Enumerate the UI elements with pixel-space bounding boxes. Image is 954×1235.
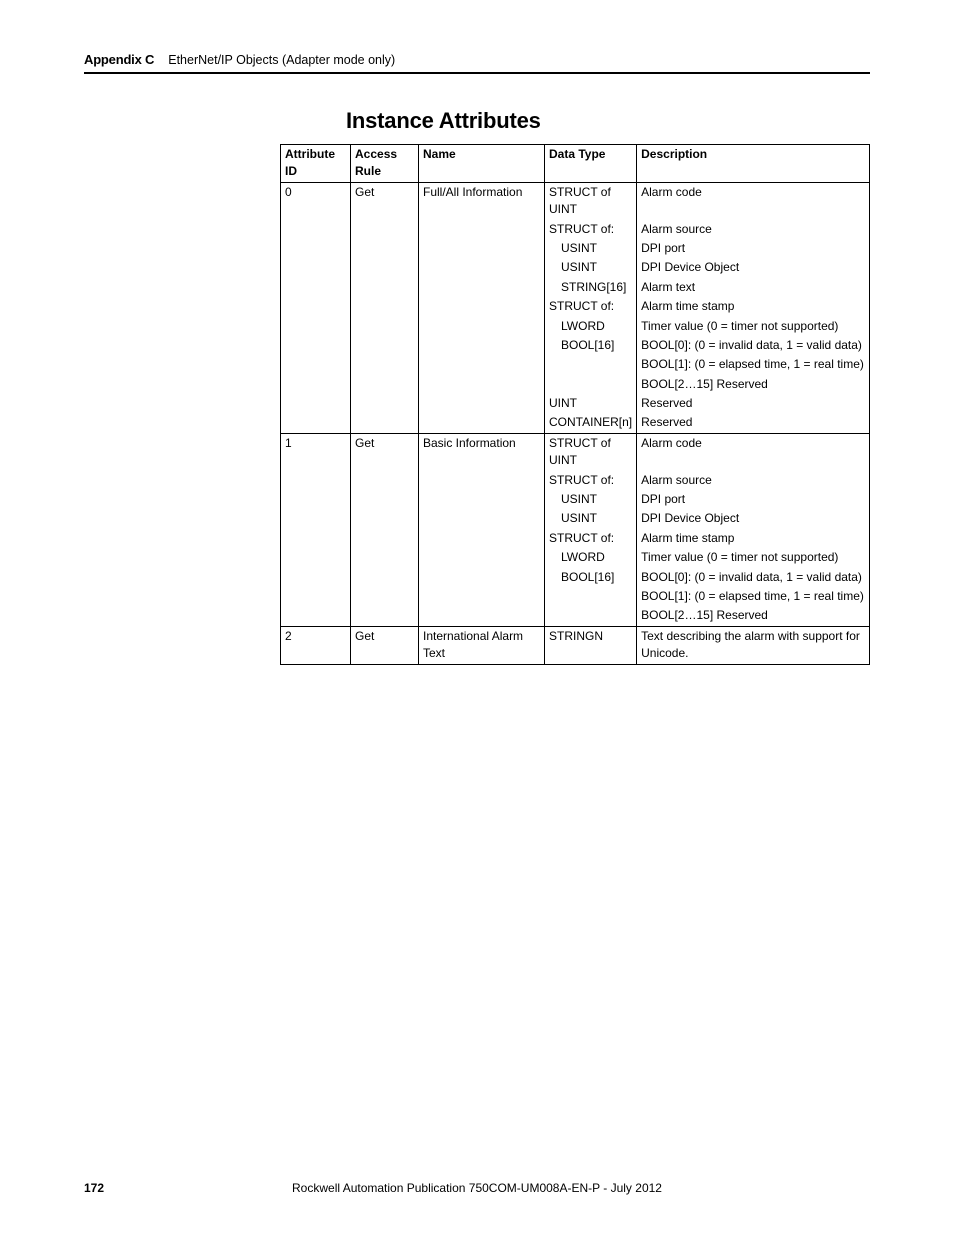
cell-description: Alarm text [637, 278, 870, 297]
col-attribute-id: Attribute ID [281, 145, 351, 183]
table-row: 1GetBasic InformationSTRUCT of UINTAlarm… [281, 433, 870, 470]
cell-data-type [545, 587, 637, 606]
cell-description: BOOL[0]: (0 = invalid data, 1 = valid da… [637, 336, 870, 355]
instance-attributes-table: Attribute ID Access Rule Name Data Type … [280, 144, 870, 665]
cell-description: Text describing the alarm with support f… [637, 626, 870, 664]
cell-data-type: BOOL[16] [545, 336, 637, 355]
publication-info: Rockwell Automation Publication 750COM-U… [204, 1181, 750, 1195]
cell-data-type [545, 375, 637, 394]
appendix-label: Appendix C [84, 52, 154, 67]
cell-data-type: STRUCT of: [545, 297, 637, 316]
cell-attribute-id: 2 [281, 626, 351, 664]
cell-description: Alarm time stamp [637, 297, 870, 316]
cell-description: BOOL[2…15] Reserved [637, 606, 870, 626]
cell-data-type: STRUCT of: [545, 529, 637, 548]
cell-description: DPI port [637, 490, 870, 509]
cell-data-type: STRINGN [545, 626, 637, 664]
cell-data-type: CONTAINER[n] [545, 413, 637, 433]
cell-access-rule: Get [351, 626, 419, 664]
cell-data-type: STRUCT of: [545, 220, 637, 239]
table-row: 0GetFull/All InformationSTRUCT of UINTAl… [281, 182, 870, 219]
section-title: Instance Attributes [346, 108, 870, 134]
cell-description: Alarm time stamp [637, 529, 870, 548]
cell-name: Full/All Information [419, 182, 545, 433]
cell-attribute-id: 0 [281, 182, 351, 433]
cell-description: Alarm code [637, 182, 870, 219]
cell-data-type: USINT [545, 509, 637, 528]
cell-access-rule: Get [351, 182, 419, 433]
cell-data-type: LWORD [545, 317, 637, 336]
cell-access-rule: Get [351, 433, 419, 626]
cell-data-type: USINT [545, 258, 637, 277]
cell-description: Alarm code [637, 433, 870, 470]
table-header-row: Attribute ID Access Rule Name Data Type … [281, 145, 870, 183]
cell-description: Timer value (0 = timer not supported) [637, 548, 870, 567]
cell-data-type: UINT [545, 394, 637, 413]
cell-description: Timer value (0 = timer not supported) [637, 317, 870, 336]
cell-data-type: STRING[16] [545, 278, 637, 297]
cell-description: Alarm source [637, 220, 870, 239]
running-header: Appendix C EtherNet/IP Objects (Adapter … [84, 52, 870, 67]
col-access-rule: Access Rule [351, 145, 419, 183]
page-footer: 172 Rockwell Automation Publication 750C… [84, 1181, 870, 1195]
cell-data-type [545, 355, 637, 374]
cell-name: Basic Information [419, 433, 545, 626]
cell-data-type [545, 606, 637, 626]
cell-description: DPI Device Object [637, 509, 870, 528]
cell-description: BOOL[0]: (0 = invalid data, 1 = valid da… [637, 568, 870, 587]
col-description: Description [637, 145, 870, 183]
cell-description: Reserved [637, 413, 870, 433]
cell-data-type: STRUCT of UINT [545, 182, 637, 219]
cell-data-type: BOOL[16] [545, 568, 637, 587]
cell-data-type: STRUCT of UINT [545, 433, 637, 470]
cell-description: Alarm source [637, 471, 870, 490]
cell-name: International Alarm Text [419, 626, 545, 664]
cell-attribute-id: 1 [281, 433, 351, 626]
table-row: 2GetInternational Alarm TextSTRINGNText … [281, 626, 870, 664]
cell-data-type: USINT [545, 490, 637, 509]
cell-description: BOOL[1]: (0 = elapsed time, 1 = real tim… [637, 587, 870, 606]
cell-description: DPI Device Object [637, 258, 870, 277]
cell-data-type: STRUCT of: [545, 471, 637, 490]
page-number: 172 [84, 1181, 204, 1195]
header-rule [84, 72, 870, 74]
cell-description: DPI port [637, 239, 870, 258]
cell-data-type: USINT [545, 239, 637, 258]
cell-data-type: LWORD [545, 548, 637, 567]
cell-description: BOOL[1]: (0 = elapsed time, 1 = real tim… [637, 355, 870, 374]
chapter-title: EtherNet/IP Objects (Adapter mode only) [168, 53, 395, 67]
cell-description: BOOL[2…15] Reserved [637, 375, 870, 394]
page-content: Instance Attributes Attribute ID Access … [280, 108, 870, 665]
col-data-type: Data Type [545, 145, 637, 183]
cell-description: Reserved [637, 394, 870, 413]
col-name: Name [419, 145, 545, 183]
